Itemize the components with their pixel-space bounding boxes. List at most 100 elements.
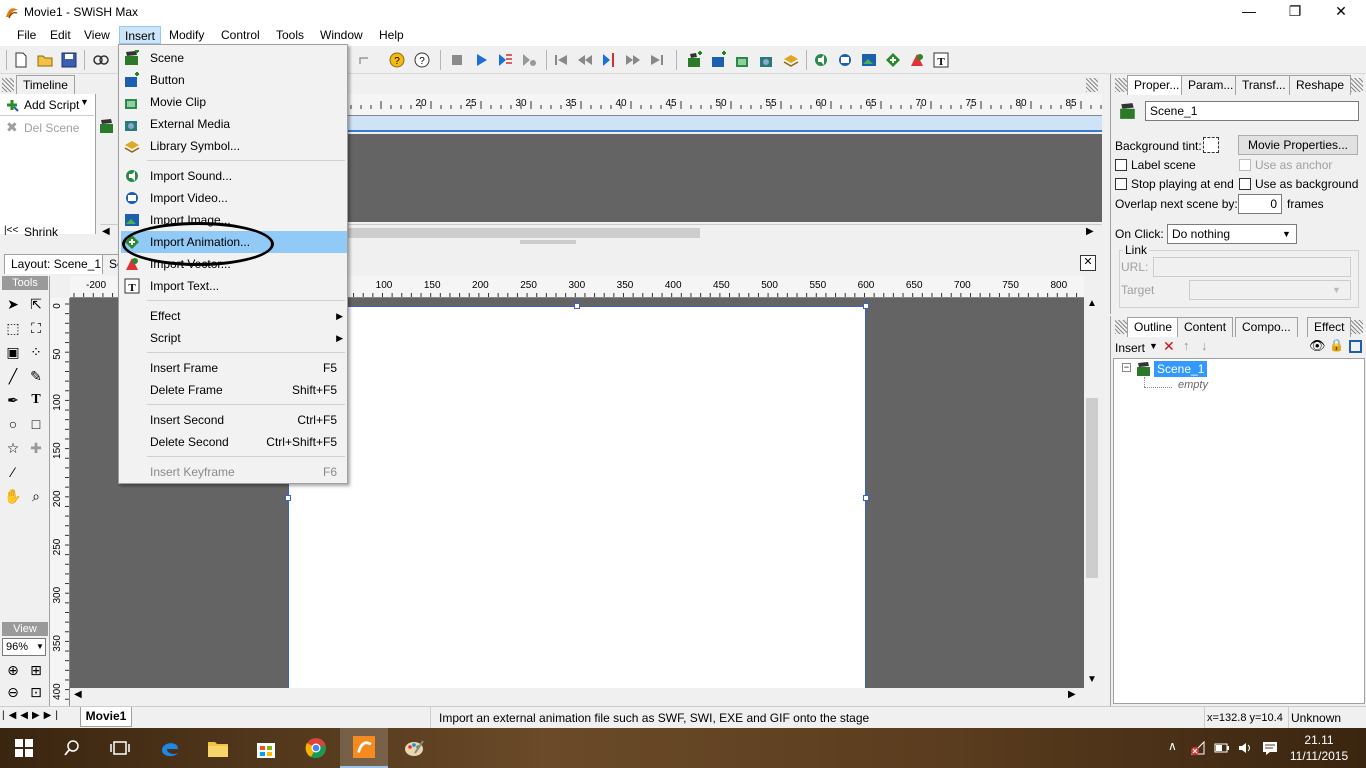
outline-toggle-icon[interactable] (1349, 340, 1362, 353)
file-explorer-app[interactable] (194, 728, 242, 768)
panel-grip[interactable] (1351, 320, 1363, 334)
outline-scene-item[interactable]: Scene_1 (1154, 361, 1208, 377)
menu-control[interactable]: Control (216, 26, 265, 44)
scroll-left-icon[interactable]: ◀ (102, 226, 110, 237)
redo-icon[interactable] (356, 51, 374, 69)
zoom-in-icon[interactable]: ⊕ (3, 660, 23, 680)
ellipse-tool-icon[interactable]: ○ (3, 414, 23, 434)
menu-item-movie-clip[interactable]: Movie Clip (121, 91, 347, 113)
transform-tool-icon[interactable]: ⛶ (26, 318, 46, 338)
marquee-tool-icon[interactable]: ⬚ (3, 318, 23, 338)
lock-icon[interactable]: 🔒 (1329, 338, 1344, 352)
start-button[interactable] (0, 728, 48, 768)
task-view-button[interactable] (96, 728, 144, 768)
chrome-app[interactable] (292, 728, 340, 768)
fill-transform-icon[interactable]: ▣ (3, 342, 23, 362)
first-frame-icon[interactable] (552, 51, 570, 69)
volume-icon[interactable] (1237, 740, 1253, 756)
use-as-background-checkbox[interactable] (1239, 178, 1251, 190)
set-frame-icon[interactable] (600, 51, 618, 69)
scene-track[interactable] (348, 116, 1102, 132)
use-as-anchor-checkbox[interactable] (1239, 159, 1251, 171)
menu-insert[interactable]: Insert (119, 26, 162, 44)
move-up-icon[interactable]: ↑ (1183, 338, 1190, 353)
tab-effect[interactable]: Effect (1307, 317, 1352, 337)
motion-path-icon[interactable]: ⁘ (26, 342, 46, 362)
stop-icon[interactable] (448, 51, 466, 69)
delete-icon[interactable]: ✕ (1163, 338, 1175, 355)
panel-grip[interactable] (1115, 320, 1127, 334)
import-image-icon[interactable] (860, 51, 878, 69)
menu-item-import-text[interactable]: T Import Text... (121, 275, 347, 297)
menu-file[interactable]: File (12, 26, 41, 44)
panel-grip[interactable] (1351, 78, 1363, 92)
new-file-icon[interactable] (12, 51, 30, 69)
overlap-input[interactable]: 0 (1238, 194, 1282, 214)
insert-movieclip-icon[interactable] (734, 51, 752, 69)
tab-timeline[interactable]: Timeline (16, 75, 75, 95)
scroll-right-icon[interactable]: ▶ (1086, 226, 1094, 237)
menu-item-import-video[interactable]: Import Video... (121, 187, 347, 209)
library-symbol-icon[interactable] (782, 51, 800, 69)
menu-modify[interactable]: Modify (164, 26, 209, 44)
eye-icon[interactable]: 👁 (1309, 338, 1326, 354)
component-tool-icon[interactable]: ✚ (26, 438, 46, 458)
select-tool-icon[interactable]: ➤ (3, 294, 23, 314)
tab-layout-scene[interactable]: Layout: Scene_1 (4, 254, 109, 274)
line-tool-icon[interactable]: ╱ (3, 366, 23, 386)
stop-playing-checkbox[interactable] (1115, 178, 1127, 190)
pen-tool-icon[interactable]: ✒ (3, 390, 23, 410)
panel-grip[interactable] (2, 78, 14, 92)
stage-v-scrollbar[interactable]: ▲ ▼ (1084, 298, 1100, 688)
preview-icon[interactable] (92, 51, 110, 69)
scroll-down-icon[interactable]: ▼ (1087, 674, 1097, 685)
menu-item-library-symbol[interactable]: Library Symbol... (121, 135, 347, 157)
close-layout-icon[interactable]: ✕ (1080, 255, 1096, 271)
rectangle-tool-icon[interactable]: □ (26, 414, 46, 434)
tab-outline[interactable]: Outline (1127, 317, 1180, 337)
save-icon[interactable] (60, 51, 78, 69)
stage-canvas[interactable] (285, 303, 869, 688)
stage-v-scroll-thumb[interactable] (1086, 398, 1098, 578)
zoom-out-icon[interactable]: ⊖ (3, 682, 23, 702)
menu-item-effect[interactable]: Effect ▶ (121, 305, 347, 327)
zoom-fit-icon[interactable]: ⊞ (26, 660, 46, 680)
resize-handle[interactable] (285, 495, 291, 501)
import-vector-icon[interactable] (908, 51, 926, 69)
menu-item-delete-frame[interactable]: Delete Frame Shift+F5 (121, 379, 347, 401)
menu-item-script[interactable]: Script ▶ (121, 327, 347, 349)
shrink-button[interactable]: |<< Shrink (0, 222, 94, 242)
zoom-actual-icon[interactable]: ⊡ (26, 682, 46, 702)
insert-button-icon[interactable] (710, 51, 728, 69)
menu-item-scene[interactable]: Scene (121, 47, 347, 69)
context-help-icon[interactable]: ? (413, 51, 431, 69)
help-icon[interactable]: ? (388, 51, 406, 69)
maximize-button[interactable]: ❐ (1272, 0, 1318, 24)
tab-reshape[interactable]: Reshape (1289, 75, 1352, 95)
movie-properties-button[interactable]: Movie Properties... (1238, 135, 1358, 155)
tab-components[interactable]: Compo... (1235, 317, 1298, 337)
insert-external-media-icon[interactable] (758, 51, 776, 69)
subselect-tool-icon[interactable]: ⇱ (26, 294, 46, 314)
import-text-icon[interactable]: T (932, 51, 950, 69)
tab-movie1[interactable]: Movie1 (80, 707, 132, 727)
scroll-up-icon[interactable]: ▲ (1087, 298, 1097, 309)
del-scene-button[interactable]: ✖ Del Scene (0, 116, 94, 138)
scroll-right-icon[interactable]: ▶ (1068, 689, 1076, 700)
menu-tools[interactable]: Tools (271, 26, 309, 44)
play-timeline-icon[interactable] (496, 51, 514, 69)
move-down-icon[interactable]: ↓ (1201, 338, 1208, 353)
import-video-icon[interactable] (836, 51, 854, 69)
menu-item-delete-second[interactable]: Delete Second Ctrl+Shift+F5 (121, 431, 347, 453)
movie-nav-buttons[interactable]: |◀◀▶▶| (2, 710, 78, 726)
splitter-handle[interactable] (520, 240, 576, 244)
panel-grip[interactable] (1115, 78, 1127, 92)
import-animation-icon[interactable] (884, 51, 902, 69)
store-app[interactable] (242, 728, 290, 768)
menu-help[interactable]: Help (374, 26, 409, 44)
url-input[interactable] (1153, 257, 1351, 277)
menu-item-insert-keyframe[interactable]: Insert Keyframe F6 (121, 461, 347, 483)
resize-handle[interactable] (863, 303, 869, 309)
menu-edit[interactable]: Edit (45, 26, 76, 44)
scene-name-input[interactable]: Scene_1 (1145, 101, 1359, 121)
